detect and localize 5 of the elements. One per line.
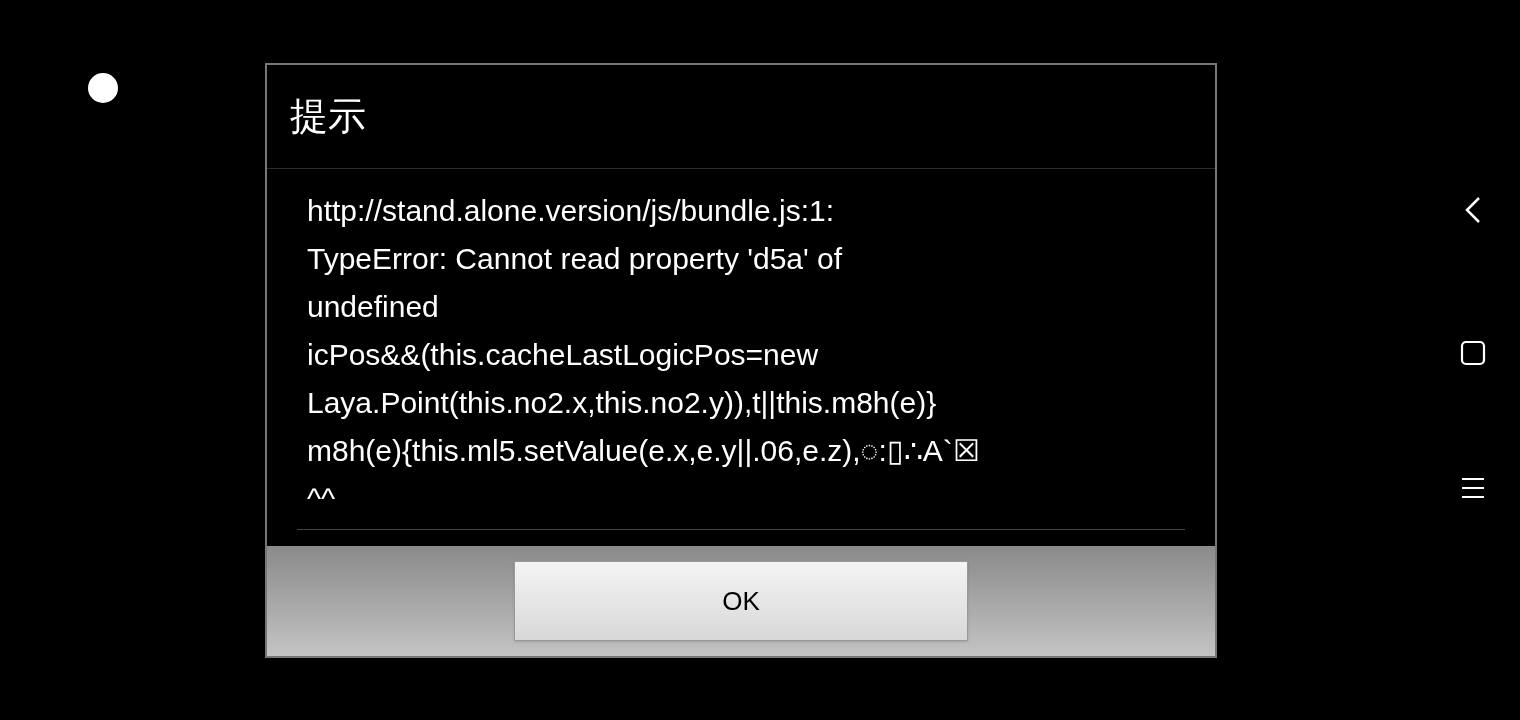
dialog-title: 提示 [290,94,366,139]
menu-icon[interactable] [1460,476,1486,500]
square-icon[interactable] [1460,340,1486,366]
ok-button[interactable]: OK [514,561,968,641]
error-message: http://stand.alone.version/js/bundle.js:1: TypeError: Cannot read property 'd5a' of undefined icPos&&(this.cacheLastLogicPos=new Laya.Point(this.no2.x,this.no2.y)),t||this.m8h(e)} m8h(e){this.ml5.setValue(e.x,e.y||.06,e.z),◌:▯∴A`☒ ^^ [297,187,1185,530]
